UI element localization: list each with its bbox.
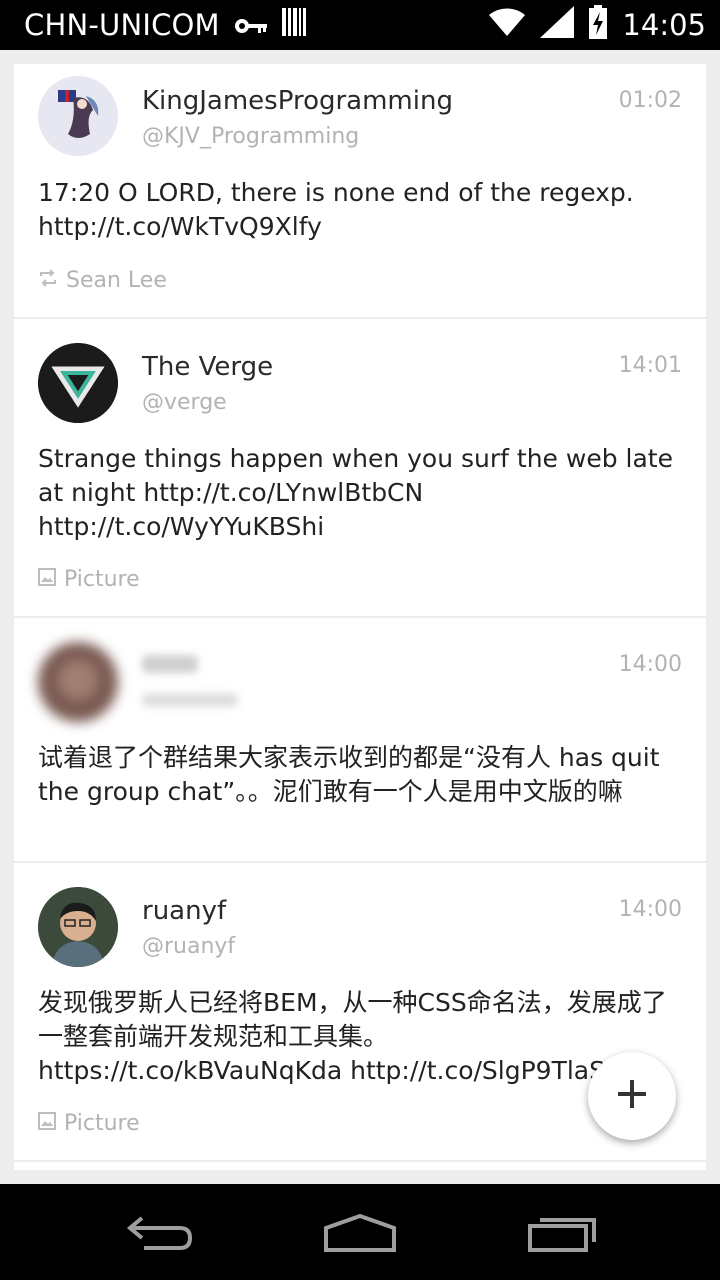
- tweet-card[interactable]: 14:00 试着退了个群结果大家表示收到的都是“没有人 has quit the…: [14, 618, 706, 861]
- retweet-icon: [38, 268, 58, 293]
- carrier-label: CHN-UNICOM: [24, 8, 220, 42]
- status-time: 14:05: [622, 8, 706, 42]
- compose-button[interactable]: [588, 1052, 676, 1140]
- tweet-text[interactable]: 17:20 O LORD, there is none end of the r…: [38, 176, 688, 244]
- avatar[interactable]: [38, 642, 118, 722]
- status-bar: CHN-UNICOM 14:05: [0, 0, 720, 50]
- author-name[interactable]: ruanyf: [142, 896, 226, 926]
- signal-icon: [540, 5, 575, 45]
- picture-icon: [38, 1111, 56, 1136]
- media-label[interactable]: Picture: [64, 1111, 140, 1136]
- home-icon[interactable]: [322, 1212, 398, 1256]
- picture-icon: [38, 567, 56, 592]
- media-label[interactable]: Picture: [64, 567, 140, 592]
- tweet-text[interactable]: 试着退了个群结果大家表示收到的都是“没有人 has quit the group…: [38, 741, 688, 809]
- wifi-icon: [488, 7, 526, 44]
- author-handle[interactable]: [142, 689, 238, 717]
- retweeter-name[interactable]: Sean Lee: [66, 268, 167, 293]
- tweet-text[interactable]: 发现俄罗斯人已经将BEM，从一种CSS命名法，发展成了一整套前端开发规范和工具集…: [38, 986, 688, 1088]
- tweet-text[interactable]: Strange things happen when you surf the …: [38, 442, 688, 544]
- author-name[interactable]: KingJamesProgramming: [142, 86, 453, 116]
- media-indicator[interactable]: Picture: [38, 567, 140, 592]
- timeline-feed[interactable]: KingJamesProgramming @KJV_Programming 01…: [14, 64, 706, 1170]
- author-handle[interactable]: @ruanyf: [142, 934, 235, 959]
- tweet-time: 14:00: [618, 897, 682, 922]
- plus-icon: [616, 1078, 648, 1114]
- tweet-card[interactable]: The Verge @verge 14:01 Strange things ha…: [14, 319, 706, 616]
- battery-charging-icon: [588, 4, 608, 46]
- tweet-card[interactable]: [14, 1162, 706, 1170]
- key-icon: [234, 8, 268, 42]
- media-indicator[interactable]: Picture: [38, 1111, 140, 1136]
- tweet-card[interactable]: KingJamesProgramming @KJV_Programming 01…: [14, 64, 706, 317]
- avatar[interactable]: [38, 76, 118, 156]
- avatar[interactable]: [38, 343, 118, 423]
- retweeted-by: Sean Lee: [38, 268, 167, 293]
- back-icon[interactable]: [124, 1212, 196, 1256]
- author-name[interactable]: The Verge: [142, 352, 273, 382]
- avatar[interactable]: [38, 887, 118, 967]
- author-name[interactable]: [142, 651, 198, 684]
- tweet-time: 01:02: [618, 88, 682, 113]
- author-handle[interactable]: @verge: [142, 390, 227, 415]
- author-handle[interactable]: @KJV_Programming: [142, 124, 359, 149]
- recents-icon[interactable]: [526, 1212, 598, 1256]
- tweet-time: 14:01: [618, 353, 682, 378]
- barcode-icon: [281, 7, 306, 43]
- tweet-time: 14:00: [618, 652, 682, 677]
- navigation-bar: [0, 1184, 720, 1280]
